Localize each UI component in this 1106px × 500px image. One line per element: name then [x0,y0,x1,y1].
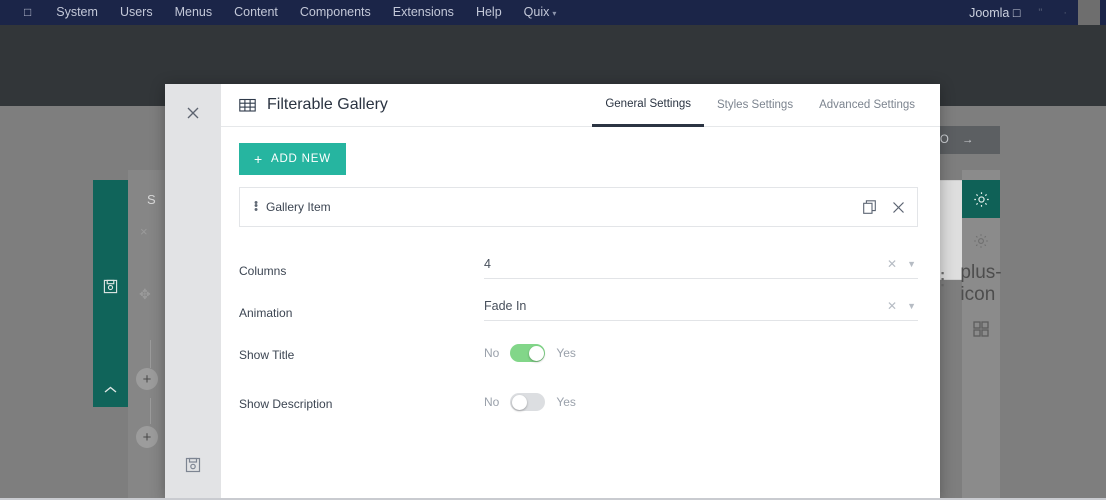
topbar-user-area: Joomla □ " · [961,0,1106,25]
modal-header: Filterable Gallery General Settings Styl… [221,84,940,127]
show-description-toggle-group: No Yes [484,386,918,411]
modal-body: Filterable Gallery General Settings Styl… [221,84,940,500]
field-animation: Animation Fade In ✕ ▼ [239,295,918,321]
toggle-knob [528,345,544,361]
menu-item-menus[interactable]: Menus [164,0,224,25]
user-menu-label: Joomla [969,5,1010,20]
menu-item-help[interactable]: Help [465,0,513,25]
topbar-edge [1078,0,1100,25]
modal-close-icon[interactable] [186,106,200,124]
field-animation-control: Fade In ✕ ▼ [484,295,918,321]
chevron-down-icon[interactable]: ▼ [907,301,918,311]
show-description-on-label: Yes [556,395,576,409]
remove-icon[interactable] [892,201,905,214]
field-show-title: Show Title No Yes [239,337,918,362]
menu-item-components[interactable]: Components [289,0,382,25]
copy-icon[interactable] [863,200,876,214]
add-new-label: ADD NEW [270,153,331,165]
edit-toolbar [0,25,1106,70]
field-show-description: Show Description No Yes [239,386,918,411]
gear-icon [974,234,988,248]
clear-icon[interactable]: ✕ [877,257,907,271]
add-row-button-2[interactable]: + [136,426,158,448]
show-title-toggle-group: No Yes [484,337,918,362]
disk-icon[interactable] [103,279,118,294]
grid-icon [973,321,989,337]
filterable-gallery-modal: Filterable Gallery General Settings Styl… [165,84,940,500]
right-drag-dots[interactable]: ▪ ▪ ▪ [941,269,944,290]
topbar-menu: □ System Users Menus Content Components … [0,0,567,26]
chevron-down-icon[interactable]: ▼ [907,259,918,269]
menu-item-quix-label: Quix [523,4,550,19]
right-grid-button[interactable] [962,310,1000,348]
show-title-on-label: Yes [556,346,576,360]
modal-title: Filterable Gallery [267,96,388,113]
canvas-section-rail: x-icon [93,180,128,407]
drag-handle-icon[interactable]: • • • [250,197,262,215]
move-icon[interactable]: ✥ [139,286,151,303]
add-row-button-1[interactable]: + [136,368,158,390]
animation-select-value: Fade In [484,299,527,313]
columns-select[interactable]: 4 ✕ ▼ [484,253,918,279]
canvas-section-letter: S [147,192,156,207]
modal-save-icon[interactable] [185,457,201,478]
app-root: □ System Users Menus Content Components … [0,0,1106,500]
arrow-right-icon: → [961,134,975,146]
field-columns: Columns 4 ✕ ▼ [239,253,918,279]
animation-select[interactable]: Fade In ✕ ▼ [484,295,918,321]
canvas-divider-bottom [150,398,151,424]
admin-topbar: □ System Users Menus Content Components … [0,0,1106,25]
modal-side-rail [165,84,221,500]
show-description-toggle[interactable] [510,393,546,411]
menu-item-content[interactable]: Content [223,0,289,25]
modal-content: + ADD NEW • • • Gallery Item Columns 4 ✕… [221,127,940,500]
show-title-off-label: No [484,346,500,360]
right-settings-button[interactable] [962,222,1000,260]
modal-tabs: General Settings Styles Settings Advance… [592,84,928,127]
field-show-title-control: No Yes [484,337,918,362]
right-add-button[interactable]: plus-icon [960,262,1001,305]
chevron-up-icon[interactable] [103,385,118,395]
menu-item-extensions[interactable]: Extensions [382,0,465,25]
tab-general-settings[interactable]: General Settings [592,84,705,127]
canvas-close-ghost[interactable]: × [140,224,148,239]
grid-table-icon [239,98,256,113]
columns-select-value: 4 [484,257,491,271]
menu-item-system[interactable]: System [45,0,109,25]
gallery-item-row[interactable]: • • • Gallery Item [239,187,918,227]
toggle-knob [511,394,527,410]
menu-item-users[interactable]: Users [109,0,164,25]
home-icon[interactable]: □ [10,0,45,25]
show-title-toggle[interactable] [510,344,546,362]
plus-icon: + [254,151,263,167]
clear-icon[interactable]: ✕ [877,299,907,313]
gear-icon [973,191,989,207]
canvas-divider-top [150,340,151,368]
add-new-button[interactable]: + ADD NEW [239,143,346,175]
user-menu[interactable]: Joomla □ [961,6,1028,20]
show-description-off-label: No [484,395,500,409]
gallery-item-actions [863,200,905,214]
user-icon: □ [1012,5,1021,20]
field-columns-label: Columns [239,264,287,278]
menu-item-quix[interactable]: Quix ▾ [513,0,568,26]
field-show-description-label: Show Description [239,397,333,411]
topbar-extra-2[interactable]: · [1053,7,1078,19]
field-show-title-label: Show Title [239,348,295,362]
topbar-extra[interactable]: " [1028,7,1053,19]
chevron-down-icon: ▾ [552,8,557,18]
right-settings-active-button[interactable] [962,180,1000,218]
field-columns-control: 4 ✕ ▼ [484,253,918,279]
settings-fields: Columns 4 ✕ ▼ Animation Fade In ✕ ▼ Show… [239,253,918,411]
field-animation-label: Animation [239,306,293,320]
tab-advanced-settings[interactable]: Advanced Settings [806,84,928,127]
tab-styles-settings[interactable]: Styles Settings [704,84,806,127]
field-show-description-control: No Yes [484,386,918,411]
gallery-item-label: Gallery Item [266,200,331,214]
